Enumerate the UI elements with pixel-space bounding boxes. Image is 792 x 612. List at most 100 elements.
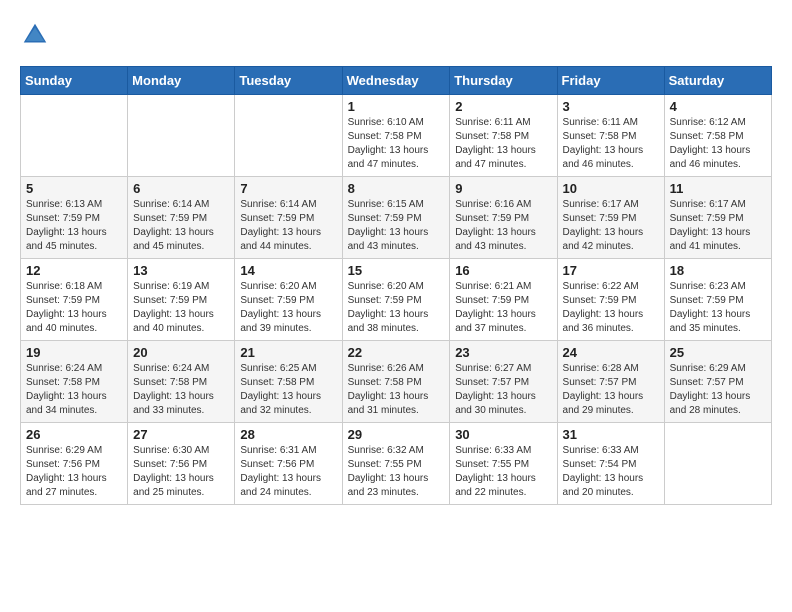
day-number: 30 [455, 427, 551, 442]
day-info: Sunrise: 6:33 AM Sunset: 7:55 PM Dayligh… [455, 444, 551, 500]
calendar-week-row: 1 Sunrise: 6:10 AM Sunset: 7:58 PM Daylig… [21, 95, 772, 177]
day-info: Sunrise: 6:14 AM Sunset: 7:59 PM Dayligh… [240, 198, 336, 254]
calendar-cell: 18 Sunrise: 6:23 AM Sunset: 7:59 PM Dayli… [664, 259, 771, 341]
day-number: 3 [563, 99, 659, 114]
day-number: 14 [240, 263, 336, 278]
weekday-header-wednesday: Wednesday [342, 67, 450, 95]
calendar-table: SundayMondayTuesdayWednesdayThursdayFrid… [20, 66, 772, 505]
calendar-cell: 27 Sunrise: 6:30 AM Sunset: 7:56 PM Dayli… [128, 423, 235, 505]
day-info: Sunrise: 6:24 AM Sunset: 7:58 PM Dayligh… [26, 362, 122, 418]
calendar-cell: 22 Sunrise: 6:26 AM Sunset: 7:58 PM Dayli… [342, 341, 450, 423]
day-number: 25 [670, 345, 766, 360]
day-info: Sunrise: 6:11 AM Sunset: 7:58 PM Dayligh… [563, 116, 659, 172]
day-number: 22 [348, 345, 445, 360]
calendar-cell: 21 Sunrise: 6:25 AM Sunset: 7:58 PM Dayli… [235, 341, 342, 423]
calendar-week-row: 26Sunrise: 6:29 AM Sunset: 7:56 PM Dayli… [21, 423, 772, 505]
day-number: 2 [455, 99, 551, 114]
day-info: Sunrise: 6:30 AM Sunset: 7:56 PM Dayligh… [133, 444, 229, 500]
calendar-cell: 28 Sunrise: 6:31 AM Sunset: 7:56 PM Dayli… [235, 423, 342, 505]
day-info: Sunrise: 6:33 AM Sunset: 7:54 PM Dayligh… [563, 444, 659, 500]
day-number: 15 [348, 263, 445, 278]
calendar-week-row: 12 Sunrise: 6:18 AM Sunset: 7:59 PM Dayli… [21, 259, 772, 341]
day-info: Sunrise: 6:20 AM Sunset: 7:59 PM Dayligh… [240, 280, 336, 336]
day-number: 29 [348, 427, 445, 442]
calendar-cell: 2 Sunrise: 6:11 AM Sunset: 7:58 PM Daylig… [450, 95, 557, 177]
day-number: 11 [670, 181, 766, 196]
logo-icon [20, 20, 50, 50]
calendar-cell: 30 Sunrise: 6:33 AM Sunset: 7:55 PM Dayli… [450, 423, 557, 505]
day-info: Sunrise: 6:27 AM Sunset: 7:57 PM Dayligh… [455, 362, 551, 418]
weekday-header-row: SundayMondayTuesdayWednesdayThursdayFrid… [21, 67, 772, 95]
day-number: 6 [133, 181, 229, 196]
calendar-cell: 14 Sunrise: 6:20 AM Sunset: 7:59 PM Dayli… [235, 259, 342, 341]
day-number: 7 [240, 181, 336, 196]
day-number: 24 [563, 345, 659, 360]
calendar-cell: 25 Sunrise: 6:29 AM Sunset: 7:57 PM Dayli… [664, 341, 771, 423]
day-info: Sunrise: 6:23 AM Sunset: 7:59 PM Dayligh… [670, 280, 766, 336]
calendar-cell: 20Sunrise: 6:24 AM Sunset: 7:58 PM Dayli… [128, 341, 235, 423]
calendar-cell: 17 Sunrise: 6:22 AM Sunset: 7:59 PM Dayli… [557, 259, 664, 341]
calendar-cell: 31 Sunrise: 6:33 AM Sunset: 7:54 PM Dayli… [557, 423, 664, 505]
day-number: 21 [240, 345, 336, 360]
day-number: 8 [348, 181, 445, 196]
day-info: Sunrise: 6:11 AM Sunset: 7:58 PM Dayligh… [455, 116, 551, 172]
calendar-cell: 19Sunrise: 6:24 AM Sunset: 7:58 PM Dayli… [21, 341, 128, 423]
weekday-header-monday: Monday [128, 67, 235, 95]
calendar-cell [128, 95, 235, 177]
page-header [20, 20, 772, 50]
weekday-header-thursday: Thursday [450, 67, 557, 95]
day-info: Sunrise: 6:29 AM Sunset: 7:56 PM Dayligh… [26, 444, 122, 500]
day-number: 16 [455, 263, 551, 278]
calendar-cell: 1 Sunrise: 6:10 AM Sunset: 7:58 PM Daylig… [342, 95, 450, 177]
day-info: Sunrise: 6:13 AM Sunset: 7:59 PM Dayligh… [26, 198, 122, 254]
day-info: Sunrise: 6:17 AM Sunset: 7:59 PM Dayligh… [563, 198, 659, 254]
calendar-cell: 29 Sunrise: 6:32 AM Sunset: 7:55 PM Dayli… [342, 423, 450, 505]
day-number: 31 [563, 427, 659, 442]
calendar-cell [664, 423, 771, 505]
calendar-cell: 13Sunrise: 6:19 AM Sunset: 7:59 PM Dayli… [128, 259, 235, 341]
calendar-cell: 7 Sunrise: 6:14 AM Sunset: 7:59 PM Daylig… [235, 177, 342, 259]
day-info: Sunrise: 6:19 AM Sunset: 7:59 PM Dayligh… [133, 280, 229, 336]
day-info: Sunrise: 6:12 AM Sunset: 7:58 PM Dayligh… [670, 116, 766, 172]
calendar-cell: 16 Sunrise: 6:21 AM Sunset: 7:59 PM Dayli… [450, 259, 557, 341]
calendar-cell [21, 95, 128, 177]
day-info: Sunrise: 6:26 AM Sunset: 7:58 PM Dayligh… [348, 362, 445, 418]
calendar-cell: 24 Sunrise: 6:28 AM Sunset: 7:57 PM Dayli… [557, 341, 664, 423]
calendar-cell: 26Sunrise: 6:29 AM Sunset: 7:56 PM Dayli… [21, 423, 128, 505]
day-number: 17 [563, 263, 659, 278]
calendar-cell: 6 Sunrise: 6:14 AM Sunset: 7:59 PM Daylig… [128, 177, 235, 259]
day-info: Sunrise: 6:17 AM Sunset: 7:59 PM Dayligh… [670, 198, 766, 254]
day-number: 23 [455, 345, 551, 360]
calendar-cell: 4 Sunrise: 6:12 AM Sunset: 7:58 PM Daylig… [664, 95, 771, 177]
day-info: Sunrise: 6:18 AM Sunset: 7:59 PM Dayligh… [26, 280, 122, 336]
weekday-header-sunday: Sunday [21, 67, 128, 95]
day-info: Sunrise: 6:14 AM Sunset: 7:59 PM Dayligh… [133, 198, 229, 254]
calendar-cell: 3 Sunrise: 6:11 AM Sunset: 7:58 PM Daylig… [557, 95, 664, 177]
calendar-cell: 10 Sunrise: 6:17 AM Sunset: 7:59 PM Dayli… [557, 177, 664, 259]
day-number: 1 [348, 99, 445, 114]
calendar-cell: 5Sunrise: 6:13 AM Sunset: 7:59 PM Daylig… [21, 177, 128, 259]
day-info: Sunrise: 6:15 AM Sunset: 7:59 PM Dayligh… [348, 198, 445, 254]
day-number: 27 [133, 427, 229, 442]
day-info: Sunrise: 6:31 AM Sunset: 7:56 PM Dayligh… [240, 444, 336, 500]
day-number: 4 [670, 99, 766, 114]
day-number: 12 [26, 263, 122, 278]
day-info: Sunrise: 6:16 AM Sunset: 7:59 PM Dayligh… [455, 198, 551, 254]
day-number: 10 [563, 181, 659, 196]
calendar-cell: 12 Sunrise: 6:18 AM Sunset: 7:59 PM Dayli… [21, 259, 128, 341]
day-info: Sunrise: 6:22 AM Sunset: 7:59 PM Dayligh… [563, 280, 659, 336]
day-info: Sunrise: 6:10 AM Sunset: 7:58 PM Dayligh… [348, 116, 445, 172]
calendar-cell: 8 Sunrise: 6:15 AM Sunset: 7:59 PM Daylig… [342, 177, 450, 259]
calendar-cell: 23 Sunrise: 6:27 AM Sunset: 7:57 PM Dayli… [450, 341, 557, 423]
calendar-cell: 9Sunrise: 6:16 AM Sunset: 7:59 PM Daylig… [450, 177, 557, 259]
day-info: Sunrise: 6:28 AM Sunset: 7:57 PM Dayligh… [563, 362, 659, 418]
day-number: 18 [670, 263, 766, 278]
day-info: Sunrise: 6:29 AM Sunset: 7:57 PM Dayligh… [670, 362, 766, 418]
day-info: Sunrise: 6:32 AM Sunset: 7:55 PM Dayligh… [348, 444, 445, 500]
weekday-header-friday: Friday [557, 67, 664, 95]
day-number: 20 [133, 345, 229, 360]
day-info: Sunrise: 6:21 AM Sunset: 7:59 PM Dayligh… [455, 280, 551, 336]
weekday-header-tuesday: Tuesday [235, 67, 342, 95]
day-number: 28 [240, 427, 336, 442]
day-info: Sunrise: 6:25 AM Sunset: 7:58 PM Dayligh… [240, 362, 336, 418]
